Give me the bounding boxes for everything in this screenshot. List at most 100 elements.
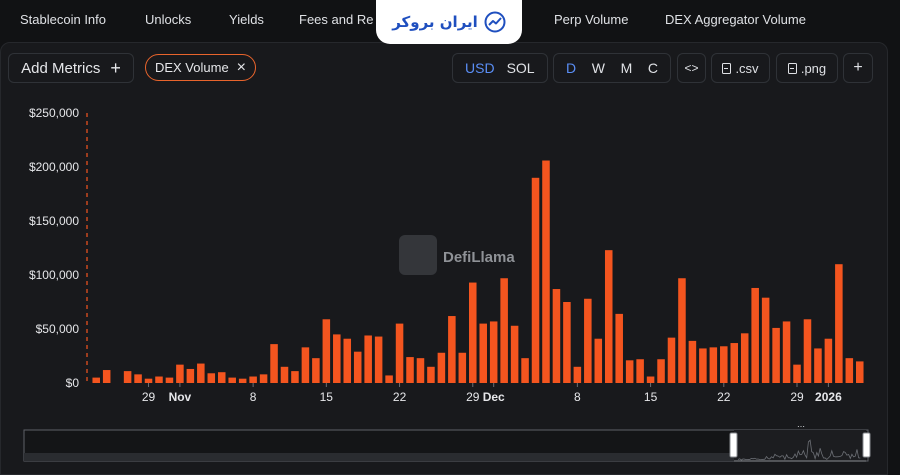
bar[interactable] <box>176 364 184 383</box>
slider-grip-icon[interactable]: ⋯ <box>797 422 805 431</box>
bar[interactable] <box>751 287 759 383</box>
bar[interactable] <box>416 358 425 383</box>
bar[interactable] <box>814 348 822 383</box>
bar[interactable] <box>448 316 456 383</box>
bar[interactable] <box>678 278 686 383</box>
slider-selected-window[interactable] <box>734 430 866 461</box>
bar[interactable] <box>364 335 372 383</box>
bar[interactable] <box>709 347 718 383</box>
bar[interactable] <box>688 340 697 383</box>
bar[interactable] <box>155 376 163 383</box>
bar[interactable] <box>646 376 655 383</box>
bar[interactable] <box>604 250 613 383</box>
bar[interactable] <box>249 376 257 383</box>
bar-series <box>92 160 864 383</box>
bar[interactable] <box>280 366 289 383</box>
x-tick-label: 15 <box>320 390 334 404</box>
bar[interactable] <box>427 366 435 383</box>
bar[interactable] <box>395 323 404 383</box>
bar[interactable] <box>835 264 843 383</box>
bar[interactable] <box>134 374 142 383</box>
bar[interactable] <box>374 336 383 383</box>
bar[interactable] <box>123 371 132 383</box>
bar[interactable] <box>615 313 623 383</box>
bar[interactable] <box>573 366 582 383</box>
bar[interactable] <box>479 323 487 383</box>
x-axis: 29 Nov 8 15 22 29 Dec 8 15 22 29 2026 <box>142 383 842 404</box>
bar[interactable] <box>197 363 205 383</box>
bar[interactable] <box>437 352 446 383</box>
bar[interactable] <box>270 344 278 383</box>
bar[interactable] <box>312 358 320 383</box>
bar[interactable] <box>761 297 770 383</box>
bar[interactable] <box>322 319 331 383</box>
range-slider[interactable]: ⋯ <box>23 422 871 462</box>
bar[interactable] <box>657 359 665 383</box>
x-tick-label: 22 <box>717 390 731 404</box>
bar[interactable] <box>92 377 100 383</box>
bar[interactable] <box>699 348 707 383</box>
y-tick-label: $200,000 <box>29 160 79 174</box>
bar[interactable] <box>385 375 393 383</box>
bar[interactable] <box>217 372 226 383</box>
bar[interactable] <box>740 333 749 383</box>
bar[interactable] <box>333 334 341 383</box>
bar[interactable] <box>291 371 299 383</box>
x-tick-label: 29 <box>142 390 156 404</box>
bar[interactable] <box>856 361 864 383</box>
y-axis: $250,000 $200,000 $150,000 $100,000 $50,000 $… <box>29 106 79 390</box>
bar[interactable] <box>238 378 247 383</box>
x-tick-label: Nov <box>169 390 192 404</box>
bar[interactable] <box>144 378 153 383</box>
bar[interactable] <box>343 338 352 383</box>
x-tick-label: Dec <box>483 390 505 404</box>
x-tick-label: 2026 <box>815 390 842 404</box>
bar[interactable] <box>259 374 268 383</box>
x-tick-label: 8 <box>250 390 257 404</box>
bar[interactable] <box>793 364 801 383</box>
bar[interactable] <box>207 373 216 383</box>
bar[interactable] <box>636 359 644 383</box>
bar[interactable] <box>301 347 310 383</box>
bar[interactable] <box>720 346 728 383</box>
bar[interactable] <box>531 177 540 383</box>
bar[interactable] <box>772 327 780 383</box>
bar[interactable] <box>458 352 467 383</box>
bar[interactable] <box>521 358 529 383</box>
bar[interactable] <box>510 325 519 383</box>
y-tick-label: $0 <box>66 376 80 390</box>
bar[interactable] <box>552 289 561 383</box>
bar[interactable] <box>584 298 592 383</box>
bar[interactable] <box>102 370 111 383</box>
bar[interactable] <box>500 278 508 383</box>
bar[interactable] <box>228 377 236 383</box>
bar[interactable] <box>667 337 676 383</box>
bar[interactable] <box>165 377 174 383</box>
bar[interactable] <box>845 358 854 383</box>
bar[interactable] <box>489 321 498 383</box>
bar[interactable] <box>730 343 739 383</box>
x-tick-label: 29 <box>466 390 480 404</box>
bar[interactable] <box>625 360 634 383</box>
bar[interactable] <box>542 160 550 383</box>
x-tick-label: 29 <box>790 390 804 404</box>
y-tick-label: $150,000 <box>29 214 79 228</box>
x-tick-label: 22 <box>393 390 407 404</box>
bar[interactable] <box>563 302 571 383</box>
bar[interactable] <box>594 338 603 383</box>
slider-unselected-area <box>24 453 734 461</box>
brand-name: ایران بروکر <box>392 13 478 31</box>
chart-trend-icon <box>484 11 506 33</box>
bar[interactable] <box>782 321 791 383</box>
brand-logo: ایران بروکر <box>376 0 522 44</box>
x-tick-label: 8 <box>574 390 581 404</box>
defillama-watermark: DefiLlama <box>399 235 515 275</box>
slider-right-handle[interactable] <box>862 432 871 458</box>
bar[interactable] <box>406 357 414 383</box>
bar[interactable] <box>186 368 195 383</box>
bar[interactable] <box>803 319 812 383</box>
bar[interactable] <box>469 282 477 383</box>
slider-left-handle[interactable] <box>729 432 738 458</box>
bar[interactable] <box>353 351 362 383</box>
bar[interactable] <box>824 338 833 383</box>
